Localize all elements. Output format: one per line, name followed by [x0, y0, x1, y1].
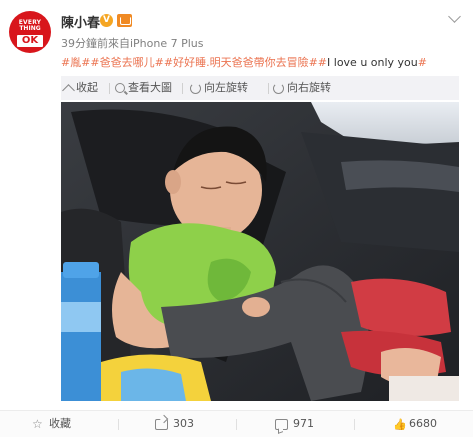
post-text: I love u only you: [327, 56, 418, 69]
thumbs-up-icon: 👍: [393, 417, 407, 431]
divider: [268, 83, 269, 94]
star-icon: ☆: [32, 417, 43, 431]
post-photo[interactable]: [61, 102, 459, 401]
post-content: #胤##爸爸去哪儿##好好睡.明天爸爸帶你去冒險##I love u only …: [61, 54, 427, 70]
rotate-left-button[interactable]: 向左旋转: [190, 76, 248, 100]
image-toolbar: 收起 查看大圖 向左旋转 向右旋转: [61, 76, 459, 100]
avatar-text-ok: OK: [17, 35, 43, 47]
weibo-post-card: EVERY THING OK 陳小春 V 39分鐘前來自iPhone 7 Plu…: [0, 0, 473, 437]
like-button[interactable]: 👍 6680: [393, 411, 437, 437]
rotate-right-icon: [273, 82, 284, 94]
divider: [118, 419, 119, 430]
chevron-down-icon[interactable]: [448, 10, 461, 23]
divider: [109, 83, 110, 94]
action-bar: ☆ 收藏 303 971 👍 6680: [0, 410, 473, 437]
post-meta[interactable]: 39分鐘前來自iPhone 7 Plus: [61, 35, 204, 51]
hashtag-links[interactable]: #胤##爸爸去哪儿##好好睡.明天爸爸帶你去冒險##: [61, 56, 327, 69]
comment-button[interactable]: 971: [275, 411, 314, 437]
verified-badge-icon: V: [100, 14, 113, 27]
collapse-icon: [62, 83, 75, 97]
comment-icon: [275, 418, 288, 430]
view-large-button[interactable]: 查看大圖: [115, 76, 172, 100]
avatar[interactable]: EVERY THING OK: [9, 11, 51, 53]
favorite-button[interactable]: ☆ 收藏: [32, 411, 71, 437]
hashtag-end[interactable]: #: [418, 56, 427, 69]
magnifier-icon: [115, 83, 125, 93]
username[interactable]: 陳小春: [61, 12, 100, 31]
avatar-text-line2: THING: [19, 25, 41, 32]
divider: [236, 419, 237, 430]
repost-button[interactable]: 303: [155, 411, 194, 437]
divider: [182, 83, 183, 94]
divider: [354, 419, 355, 430]
repost-icon: [155, 418, 168, 430]
rotate-right-button[interactable]: 向右旋转: [273, 76, 331, 100]
rotate-left-icon: [190, 82, 201, 94]
collapse-button[interactable]: 收起: [62, 76, 98, 100]
member-crown-icon: [117, 14, 132, 27]
photo-sleeping-child: [61, 102, 459, 401]
